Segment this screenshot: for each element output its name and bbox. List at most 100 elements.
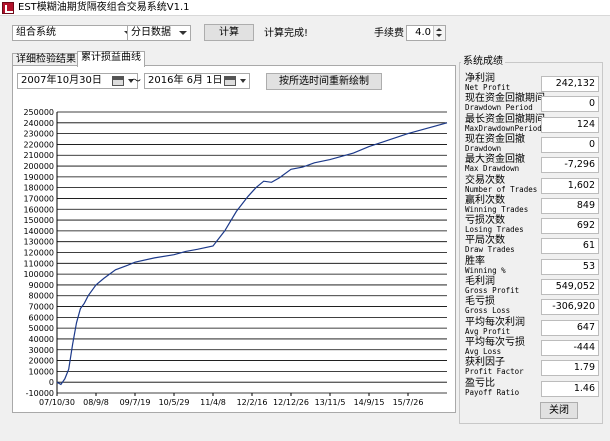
end-date-value: 2016年 6月 1日	[148, 75, 223, 86]
stat-row: 平均每次利润 Avg Profit 647	[465, 317, 599, 337]
chevron-down-icon[interactable]	[176, 26, 190, 40]
calendar-icon[interactable]	[224, 76, 236, 86]
y-tick-label: 30000	[29, 346, 54, 355]
stat-value: 849	[541, 197, 599, 214]
y-tick-label: 180000	[23, 184, 54, 193]
y-tick-label: 250000	[23, 108, 54, 117]
stat-row: 交易次数 Number of Trades 1,602	[465, 175, 599, 195]
stat-value: -7,296	[541, 157, 599, 174]
x-tick-label: 15/7/26	[393, 398, 424, 407]
y-tick-label: 240000	[23, 119, 54, 128]
fee-spinner[interactable]	[433, 26, 445, 40]
y-tick-label: 120000	[23, 249, 54, 258]
stats-title: 系统成绩	[461, 56, 505, 68]
y-tick-label: 220000	[23, 140, 54, 149]
y-tick-label: 110000	[23, 259, 54, 268]
y-tick-label: 70000	[29, 303, 54, 312]
x-tick-label: 11/4/8	[200, 398, 226, 407]
x-tick-label: 08/9/8	[83, 398, 109, 407]
stat-label-en: MaxDrawdownPeriod	[465, 123, 542, 133]
y-tick-label: 90000	[29, 281, 54, 290]
main-window: EST模糊油期货隔夜组合交易系统V1.1 组合系统 分日数据 计算 计算完成! …	[0, 0, 610, 441]
stat-label-en: Payoff Ratio	[465, 387, 520, 397]
stat-value: -306,920	[541, 299, 599, 316]
calendar-icon[interactable]	[112, 76, 124, 86]
stat-label-en: Avg Loss	[465, 346, 502, 356]
x-tick-label: 07/10/30	[39, 398, 75, 407]
fee-input[interactable]: 4.0	[406, 25, 446, 41]
date-separator: ～	[131, 76, 141, 87]
stat-label-en: Drawdown	[465, 143, 502, 153]
stat-value: 1.79	[541, 360, 599, 377]
stat-label-en: Losing Trades	[465, 225, 524, 235]
close-button[interactable]: 关闭	[540, 402, 578, 419]
y-tick-label: 170000	[23, 194, 54, 203]
stat-value: 1,602	[541, 177, 599, 194]
y-tick-label: 140000	[23, 227, 54, 236]
equity-curve-chart: -10000 0 1000020000 30000 40000 50000 60000700…	[23, 108, 448, 407]
stat-value: 549,052	[541, 279, 599, 295]
y-tick-label: 40000	[29, 335, 54, 344]
stat-value: 0	[541, 136, 599, 153]
spin-down-icon[interactable]	[436, 34, 442, 37]
stat-label-en: Drawdown Period	[465, 103, 533, 113]
x-tick-label: 13/11/5	[315, 398, 346, 407]
stat-label-en: Avg Profit	[465, 326, 511, 336]
stat-label-en: Net Profit	[465, 83, 511, 92]
x-tick-label: 14/9/15	[354, 398, 385, 407]
stat-value: 647	[541, 319, 599, 336]
stat-value: 692	[541, 218, 599, 235]
stat-row: 毛利润 Gross Profit 549,052	[465, 276, 599, 296]
system-select[interactable]: 组合系统	[12, 25, 136, 41]
y-tick-label: 10000	[29, 367, 54, 376]
x-tick-label: 12/12/26	[273, 398, 309, 407]
y-tick-label: 190000	[23, 173, 54, 182]
stat-row: 平均每次亏损 Avg Loss -444	[465, 337, 599, 357]
spin-up-icon[interactable]	[436, 28, 442, 31]
y-tick-label: 20000	[29, 357, 54, 366]
app-logo-icon	[2, 2, 14, 14]
y-tick-label: -10000	[26, 389, 54, 398]
stat-value: 53	[541, 258, 599, 275]
y-tick-label: 200000	[23, 162, 54, 171]
stat-value: -444	[541, 339, 599, 356]
stat-row: 现在资金回撤 Drawdown 0	[465, 134, 599, 154]
calculate-button[interactable]: 计算	[204, 24, 254, 41]
x-tick-label: 12/2/16	[237, 398, 268, 407]
y-tick-label: 100000	[23, 270, 54, 279]
stat-row: 盈亏比 Payoff Ratio 1.46	[465, 378, 599, 398]
x-tick-label: 10/5/29	[159, 398, 190, 407]
stat-row: 胜率 Winning % 53	[465, 256, 599, 276]
equity-curve-line	[56, 122, 448, 386]
fee-label: 手续费	[374, 28, 404, 39]
stat-label-en: Gross Profit	[465, 286, 520, 295]
stat-row: 毛亏损 Gross Loss -306,920	[465, 296, 599, 316]
chevron-down-icon[interactable]	[240, 79, 246, 83]
stat-value: 0	[541, 96, 599, 113]
chart-panel: 2007年10月30日 ～ 2016年 6月 1日 按所选时间重新绘制 -100…	[12, 65, 456, 413]
data-select[interactable]: 分日数据	[127, 25, 191, 41]
y-tick-label: 150000	[23, 216, 54, 225]
stat-label-en: Profit Factor	[465, 367, 524, 377]
stat-label-en: Draw Trades	[465, 245, 515, 255]
y-tick-label: 80000	[29, 292, 54, 301]
window-title: EST模糊油期货隔夜组合交易系统V1.1	[18, 2, 190, 13]
stat-label-en: Winning %	[465, 265, 506, 275]
status-text: 计算完成!	[264, 28, 309, 39]
y-tick-label: 0	[49, 378, 54, 387]
start-date-picker[interactable]: 2007年10月30日	[17, 73, 138, 89]
stat-label-en: Max Drawdown	[465, 164, 520, 174]
y-tick-label: 210000	[23, 151, 54, 160]
end-date-picker[interactable]: 2016年 6月 1日	[144, 73, 250, 89]
y-tick-label: 130000	[23, 238, 54, 247]
y-tick-label: 160000	[23, 205, 54, 214]
stat-row: 最长资金回撤期间 MaxDrawdownPeriod 124	[465, 114, 599, 134]
stat-value: 242,132	[541, 76, 599, 92]
stat-label-en: Gross Loss	[465, 306, 511, 316]
redraw-button[interactable]: 按所选时间重新绘制	[266, 73, 382, 90]
tab-cumulative-curve[interactable]: 累计损益曲线	[77, 51, 145, 67]
title-bar: EST模糊油期货隔夜组合交易系统V1.1	[0, 0, 610, 16]
data-select-value: 分日数据	[131, 27, 171, 38]
stat-label-en: Winning Trades	[465, 204, 529, 214]
stat-value: 1.46	[541, 380, 599, 397]
